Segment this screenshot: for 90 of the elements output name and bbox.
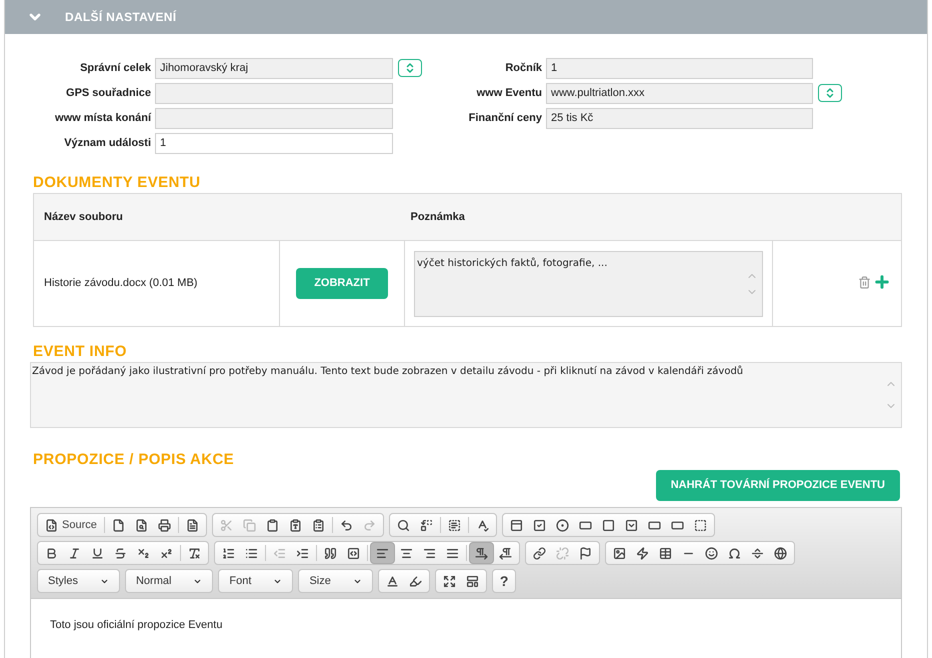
spellcheck-icon — [476, 518, 489, 532]
smiley-icon — [705, 546, 718, 560]
page-icon — [112, 518, 125, 532]
superscript-icon — [160, 546, 173, 560]
page-break-icon — [751, 546, 764, 560]
picker-button[interactable] — [818, 84, 842, 102]
up-down-icon — [824, 87, 836, 99]
image-button-icon — [670, 518, 684, 532]
radio-icon — [556, 518, 569, 532]
align-justify-icon — [446, 546, 459, 560]
bulleted-list-icon — [245, 546, 258, 560]
toolbar-button[interactable]: Source — [40, 514, 102, 536]
align-left-icon — [376, 546, 389, 560]
field-label: Správní celek — [79, 60, 152, 76]
toolbar-button[interactable]: ? — [494, 570, 514, 592]
section-heading: EVENT INFO — [33, 344, 128, 359]
dropdown[interactable]: Normal — [128, 570, 210, 592]
numbered-list-icon — [222, 546, 235, 560]
outdent-icon — [273, 546, 286, 560]
indent-icon — [296, 546, 309, 560]
maximize-icon — [442, 574, 456, 588]
event-info-field[interactable]: Závod je pořádaný jako ilustrativní pro potřeby manuálu. Tento text bude zobrazen v detailu závodu - při kliknutí na závod v kalendáři závodů — [30, 362, 902, 428]
align-right-icon — [423, 546, 436, 560]
lightning-icon — [636, 546, 649, 560]
field-label: Ročník — [504, 60, 543, 76]
clipboard-list-icon — [312, 518, 325, 532]
globe-icon — [774, 546, 787, 560]
undo-icon — [340, 518, 353, 532]
field-label: GPS souřadnice — [65, 86, 152, 101]
hidden-field-icon — [694, 518, 707, 532]
search-icon — [396, 518, 410, 532]
underline-icon — [91, 546, 104, 560]
subscript-icon — [137, 546, 150, 560]
section-heading: DOKUMENTY EVENTU — [33, 175, 202, 190]
pilcrow-left-icon — [499, 546, 512, 560]
document-icon — [186, 518, 199, 532]
field-label: www místa konání — [54, 110, 152, 126]
picker-button[interactable] — [398, 59, 422, 77]
omega-icon — [728, 546, 741, 560]
up-down-icon — [404, 62, 416, 74]
pilcrow-right-icon — [475, 546, 488, 560]
text-color-icon — [386, 574, 399, 588]
column-header: Poznámka — [404, 194, 902, 240]
flag-icon — [579, 546, 592, 560]
bold-icon — [45, 546, 58, 560]
preview-icon — [134, 518, 148, 532]
trash-icon[interactable] — [858, 276, 871, 288]
div-icon — [347, 546, 360, 560]
link-icon — [533, 546, 546, 560]
dropdown[interactable]: Styles — [40, 570, 117, 592]
redo-icon — [362, 518, 376, 532]
content-text: Toto jsou oficiální propozice Eventu — [50, 618, 224, 633]
text-area-icon — [602, 518, 615, 532]
dropdown[interactable]: Size — [301, 570, 370, 592]
clipboard-text-icon — [288, 518, 302, 532]
image-icon — [613, 546, 626, 560]
quote-icon — [324, 546, 337, 560]
table-icon — [659, 546, 672, 560]
table-cell: Historie závodu.docx (0.01 MB) — [34, 240, 280, 326]
highlighter-icon — [408, 574, 422, 588]
dropdown[interactable]: Font — [221, 570, 290, 592]
text-field-icon — [578, 518, 592, 532]
strikethrough-icon — [114, 546, 127, 560]
scissors-icon — [220, 518, 233, 532]
toolbar-button[interactable] — [370, 542, 395, 564]
checkbox-icon — [532, 518, 546, 532]
form-icon — [510, 518, 523, 532]
column-header: Název souboru — [34, 194, 404, 240]
unlink-icon — [556, 546, 569, 560]
toolbar-button[interactable] — [469, 542, 494, 564]
source-icon — [45, 518, 58, 532]
section-heading: PROPOZICE / POPIS AKCE — [33, 452, 236, 467]
field-label: Finanční ceny — [468, 110, 543, 126]
italic-icon — [68, 546, 81, 560]
copy-icon — [242, 518, 256, 532]
input-field[interactable]: 1 — [155, 132, 393, 154]
section-title: DALŠÍ NASTAVENÍ — [65, 9, 176, 26]
button-icon — [648, 518, 661, 532]
clipboard-icon — [266, 518, 279, 532]
select-icon — [624, 518, 638, 532]
plus-icon[interactable] — [873, 273, 891, 291]
field-label: www Eventu — [476, 86, 543, 101]
align-center-icon — [400, 546, 413, 560]
select-all-icon — [448, 518, 461, 532]
field-label: Význam události — [63, 136, 152, 151]
printer-icon — [158, 518, 171, 532]
replace-icon — [420, 518, 433, 532]
note-field[interactable]: výčet historických faktů, fotografie, ... — [414, 250, 763, 316]
show-blocks-icon — [466, 574, 479, 588]
remove-format-icon — [188, 546, 201, 560]
